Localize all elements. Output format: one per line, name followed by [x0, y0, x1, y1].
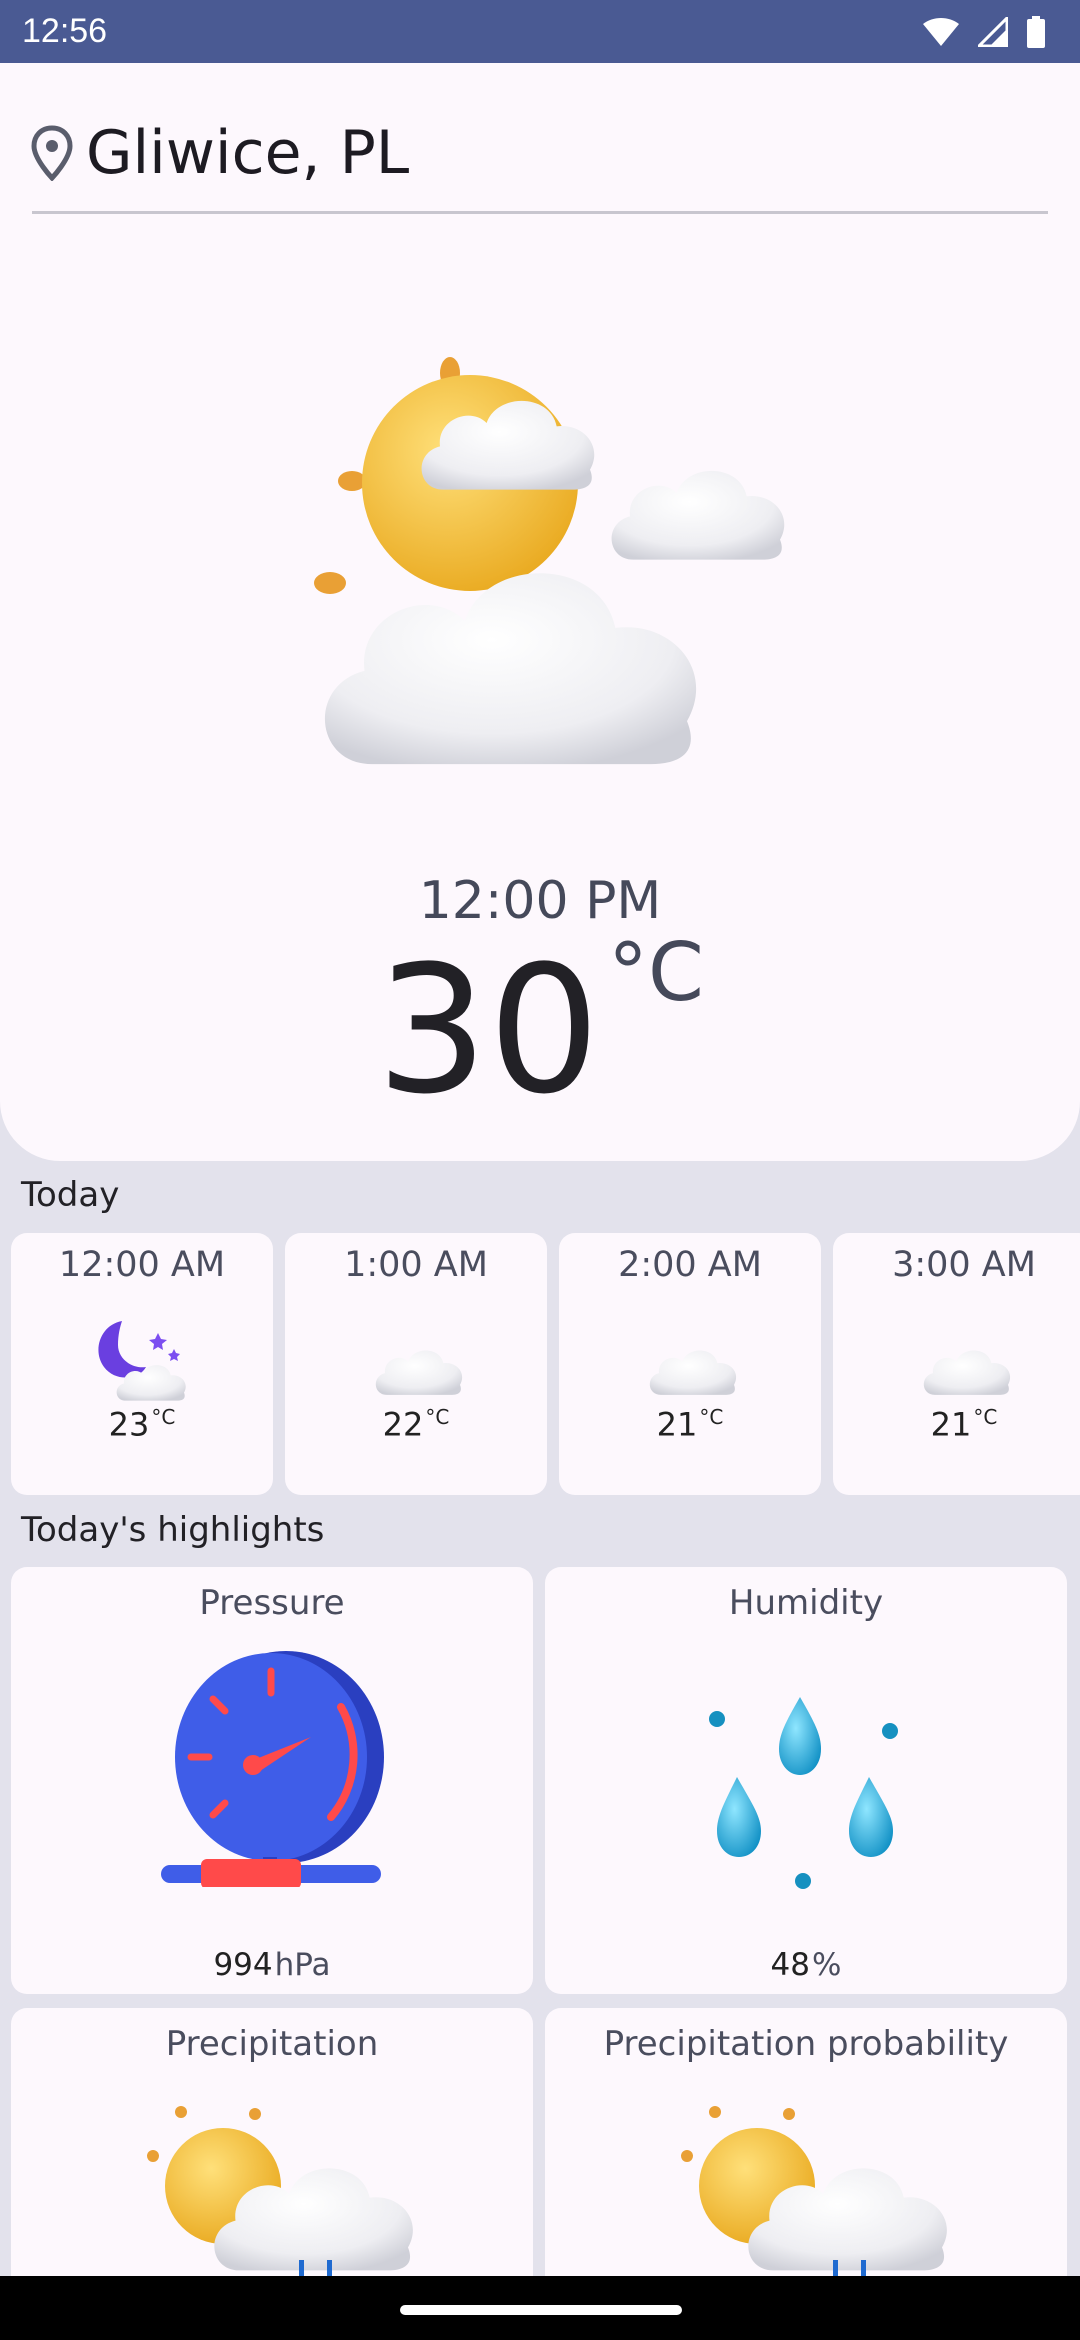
- divider: [32, 211, 1048, 214]
- hour-temp: 22 °C: [382, 1405, 450, 1444]
- signal-icon: [978, 16, 1008, 47]
- wifi-icon: [923, 17, 959, 46]
- hour-temp: 21 °C: [930, 1405, 998, 1444]
- cloud-icon: [923, 1350, 1011, 1395]
- cloud-icon: [649, 1350, 737, 1395]
- hour-card[interactable]: 12:00 AM 23 °C: [11, 1233, 273, 1495]
- hour-card[interactable]: 1:00 AM 22 °C: [285, 1233, 547, 1495]
- sun-behind-clouds-icon: [314, 357, 785, 765]
- current-temperature-unit: °C: [608, 926, 704, 1019]
- current-temperature-value: 30: [376, 928, 601, 1133]
- location-row[interactable]: Gliwice, PL: [30, 103, 409, 203]
- water-drops-icon: [709, 1697, 898, 1889]
- pressure-card[interactable]: Pressure 994hPa: [11, 1567, 533, 1994]
- current-time: 12:00 PM: [418, 871, 662, 931]
- status-bar: 12:56: [0, 0, 1080, 63]
- current-temperature: 30 °C: [0, 933, 1080, 1119]
- precipitation-probability-label: Precipitation probability: [603, 2024, 1009, 2064]
- hour-time: 3:00 AM: [892, 1245, 1036, 1285]
- status-icons: [922, 15, 1046, 48]
- hour-temp: 23 °C: [108, 1405, 176, 1444]
- hour-time: 2:00 AM: [618, 1245, 762, 1285]
- humidity-label: Humidity: [728, 1583, 884, 1623]
- hour-temp: 21 °C: [656, 1405, 724, 1444]
- moon-cloud-icon: [98, 1321, 186, 1401]
- sun-cloud-rain-icon: [147, 2106, 413, 2280]
- home-gesture-handle[interactable]: [400, 2305, 682, 2315]
- sun-cloud-rain-icon: [681, 2106, 947, 2280]
- pressure-gauge-icon: [161, 1651, 384, 1887]
- hour-card[interactable]: 2:00 AM 21 °C: [559, 1233, 821, 1495]
- hour-card[interactable]: 3:00 AM 21 °C: [833, 1233, 1080, 1495]
- battery-icon: [1027, 15, 1045, 48]
- humidity-card[interactable]: Humidity 48%: [545, 1567, 1067, 1994]
- location-name: Gliwice, PL: [86, 118, 410, 188]
- pressure-value: 994hPa: [213, 1947, 331, 1983]
- current-weather-panel: Gliwice, PL 12:00 PM 30 °C: [0, 63, 1080, 1161]
- cloud-icon: [375, 1350, 463, 1395]
- highlights-section-title: Today's highlights: [21, 1510, 325, 1550]
- hour-time: 1:00 AM: [344, 1245, 488, 1285]
- humidity-value: 48%: [770, 1947, 842, 1983]
- hour-time: 12:00 AM: [58, 1245, 226, 1285]
- today-section-title: Today: [21, 1175, 120, 1215]
- location-pin-icon: [31, 125, 73, 181]
- status-time: 12:56: [22, 12, 108, 50]
- pressure-label: Pressure: [199, 1583, 345, 1623]
- precipitation-label: Precipitation: [165, 2024, 379, 2064]
